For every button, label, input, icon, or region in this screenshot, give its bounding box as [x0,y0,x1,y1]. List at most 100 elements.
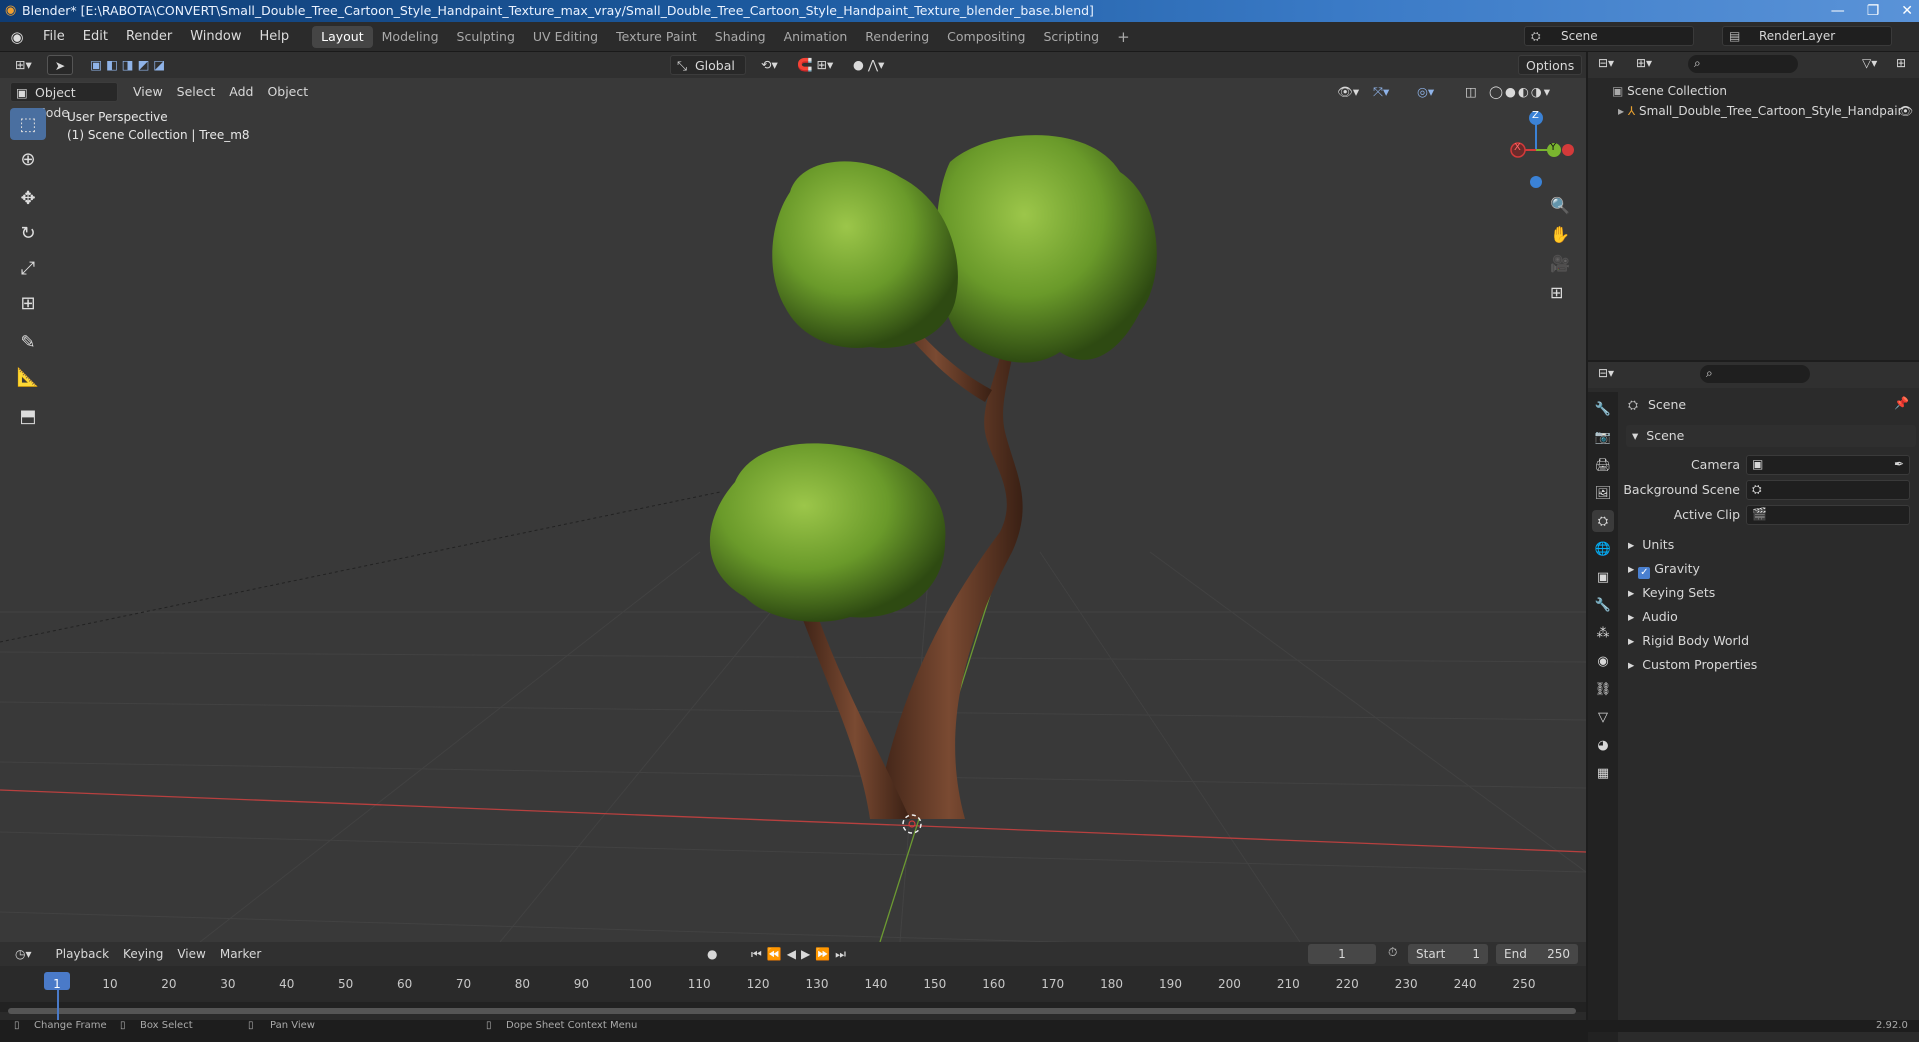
section-custom-properties[interactable]: ▸ Custom Properties [1628,654,1757,676]
record-icon[interactable]: ● [700,944,724,964]
tab-scripting[interactable]: Scripting [1035,26,1109,48]
current-frame-field[interactable]: 1 [1308,944,1376,964]
timeline-editor-icon[interactable]: ◷▾ [8,944,39,964]
timeline-scrollbar[interactable] [8,1008,1576,1014]
outliner-search-input[interactable] [1688,55,1798,73]
cursor-tool-icon[interactable]: ⊕ [10,143,46,175]
tab-modeling[interactable]: Modeling [373,26,448,48]
proportional-edit-icon[interactable]: ● ⋀▾ [846,55,891,75]
expand-arrow-icon[interactable]: ▸ [1618,104,1624,118]
zoom-icon[interactable]: 🔍 [1550,196,1570,215]
annotate-tool-icon[interactable]: ✎ [10,326,46,358]
start-frame-field[interactable]: Start 1 [1408,944,1488,964]
renderlayer-selector[interactable]: ▤ RenderLayer [1722,26,1892,46]
maximize-icon[interactable]: ❐ [1867,0,1880,22]
outliner-editor-icon[interactable]: ⊟▾ [1598,56,1614,70]
ortho-grid-icon[interactable]: ⊞ [1550,283,1570,302]
select-tool-icon[interactable]: ➤ [46,55,74,75]
eyedropper-icon[interactable]: ✒ [1894,457,1904,471]
menu-render[interactable]: Render [117,22,181,52]
section-units[interactable]: ▸ Units [1628,534,1674,556]
modifier-tab-icon[interactable]: 🔧 [1592,594,1614,616]
pan-hand-icon[interactable]: ✋ [1550,225,1570,244]
object-tab-icon[interactable]: ▣ [1592,566,1614,588]
menu-window[interactable]: Window [181,22,250,52]
editor-type-icon[interactable]: ⊞▾ [8,55,39,75]
transform-tool-icon[interactable]: ⊞ [10,287,46,319]
properties-search-input[interactable] [1700,365,1810,383]
render-tab-icon[interactable]: 📷 [1592,426,1614,448]
xray-icon[interactable]: ◫ [1458,82,1484,102]
section-gravity[interactable]: ▸ ✓ Gravity [1628,558,1700,580]
select-box-tool-icon[interactable]: ⬚ [10,108,46,140]
timeline-menu-marker[interactable]: Marker [213,944,268,964]
3d-viewport[interactable] [0,52,1586,942]
gravity-checkbox[interactable]: ✓ [1638,567,1651,579]
menu-edit[interactable]: Edit [74,22,117,52]
scene-tab-icon[interactable]: ⛭ [1592,510,1614,532]
active-clip-field[interactable]: 🎬 [1746,505,1910,525]
close-icon[interactable]: ✕ [1901,0,1913,22]
tab-sculpting[interactable]: Sculpting [448,26,524,48]
constraints-tab-icon[interactable]: ⛓ [1592,678,1614,700]
pin-icon[interactable]: 📌 [1894,396,1909,410]
mode-dropdown[interactable]: ▣ Object Mode [10,82,118,120]
menu-file[interactable]: File [34,22,74,52]
viewport-menu-add[interactable]: Add [222,82,260,102]
playback-controls[interactable]: ⏮⏪◀▶⏩⏭ [744,944,858,964]
visibility-eye-icon[interactable]: 👁 [1898,104,1913,118]
camera-field[interactable]: ▣ ✒ [1746,455,1910,475]
gizmo-toggle-icon[interactable]: ⤧▾ [1366,82,1396,102]
world-tab-icon[interactable]: 🌐 [1592,538,1614,560]
stopwatch-icon[interactable]: ⏱ [1388,945,1397,960]
overlay-toggle-icon[interactable]: ◎▾ [1410,82,1441,102]
tab-animation[interactable]: Animation [775,26,857,48]
shading-mode-icons[interactable]: ◯●◐◑▾ [1482,82,1559,102]
new-collection-icon[interactable]: ⊞ [1896,56,1906,70]
viewport-menu-view[interactable]: View [126,82,170,102]
move-tool-icon[interactable]: ✥ [10,182,46,214]
tab-uv-editing[interactable]: UV Editing [524,26,607,48]
transform-orientation-dropdown[interactable]: ⤡ Global [670,55,746,75]
tab-shading[interactable]: Shading [706,26,775,48]
material-tab-icon[interactable]: ◕ [1592,734,1614,756]
outliner-item-tree[interactable]: ▸ ⅄ Small_Double_Tree_Cartoon_Style_Hand… [1618,104,1914,118]
selection-mode-icons[interactable]: ▣ ◧ ◨ ◩ ◪ [83,55,172,75]
pivot-point-icon[interactable]: ⟲▾ [754,55,785,75]
texture-tab-icon[interactable]: ▦ [1592,762,1614,784]
tab-texture-paint[interactable]: Texture Paint [607,26,706,48]
menu-help[interactable]: Help [251,22,299,52]
rotate-tool-icon[interactable]: ↻ [10,217,46,249]
add-cube-tool-icon[interactable]: ⬒ [10,400,46,432]
navigation-gizmo[interactable]: Z Y X [1496,106,1576,196]
tab-layout[interactable]: Layout [312,25,373,48]
timeline-menu-view[interactable]: View [170,944,212,964]
data-tab-icon[interactable]: ▽ [1592,706,1614,728]
properties-editor-icon[interactable]: ⊟▾ [1598,366,1614,380]
tab-rendering[interactable]: Rendering [856,26,938,48]
scale-tool-icon[interactable]: ⤢ [10,252,46,284]
measure-tool-icon[interactable]: 📐 [10,361,46,393]
display-mode-icon[interactable]: ⊞▾ [1636,56,1652,70]
add-workspace-icon[interactable]: + [1108,26,1139,48]
blender-menu-icon[interactable]: ◉ [0,28,34,46]
physics-tab-icon[interactable]: ◉ [1592,650,1614,672]
view-layer-tab-icon[interactable]: 🖼 [1592,482,1614,504]
viewport-menu-select[interactable]: Select [170,82,223,102]
tab-compositing[interactable]: Compositing [938,26,1034,48]
viewport-menu-object[interactable]: Object [260,82,315,102]
snap-icon[interactable]: 🧲 ⊞▾ [790,55,840,75]
timeline-menu-playback[interactable]: Playback [49,944,117,964]
section-rigid-body-world[interactable]: ▸ Rigid Body World [1628,630,1749,652]
camera-view-icon[interactable]: 🎥 [1550,254,1570,273]
output-tab-icon[interactable]: 🖨 [1592,454,1614,476]
tool-tab-icon[interactable]: 🔧 [1592,398,1614,420]
background-scene-field[interactable]: ⛭ [1746,480,1910,500]
section-keying-sets[interactable]: ▸ Keying Sets [1628,582,1715,604]
options-dropdown[interactable]: Options [1518,55,1583,75]
section-audio[interactable]: ▸ Audio [1628,606,1678,628]
visibility-icon[interactable]: 👁▾ [1330,82,1366,102]
end-frame-field[interactable]: End 250 [1496,944,1578,964]
outliner-scene-collection[interactable]: ▣ Scene Collection [1612,84,1727,98]
minimize-icon[interactable]: — [1831,0,1845,22]
